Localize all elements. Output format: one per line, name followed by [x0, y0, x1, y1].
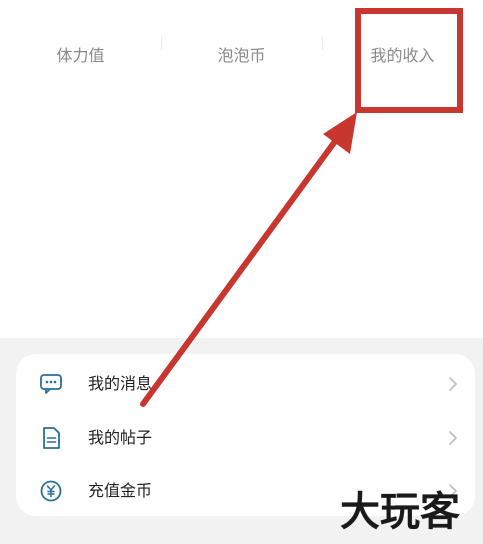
menu-item-label: 我的帖子	[88, 428, 153, 447]
document-icon	[43, 427, 60, 449]
menu-item-recharge-coins[interactable]: 充值金币	[16, 464, 475, 518]
menu-item-my-posts[interactable]: 我的帖子	[16, 411, 475, 465]
menu-item-messages[interactable]: 我的消息	[16, 357, 475, 411]
profile-stats-area: 体力值 泡泡币 我的收入	[0, 0, 483, 338]
stat-bubble-coins[interactable]: 泡泡币	[161, 44, 322, 68]
chevron-right-icon	[449, 377, 457, 391]
stat-my-income[interactable]: 我的收入	[322, 44, 483, 68]
message-icon	[40, 374, 62, 394]
menu-item-label: 充值金币	[88, 481, 153, 500]
stat-stamina[interactable]: 体力值	[0, 44, 161, 68]
menu-card: 我的消息 我的帖子 充值金币	[16, 354, 475, 516]
chevron-right-icon	[449, 484, 457, 498]
menu-item-label: 我的消息	[88, 374, 153, 393]
coin-icon	[40, 480, 62, 502]
chevron-right-icon	[449, 431, 457, 445]
